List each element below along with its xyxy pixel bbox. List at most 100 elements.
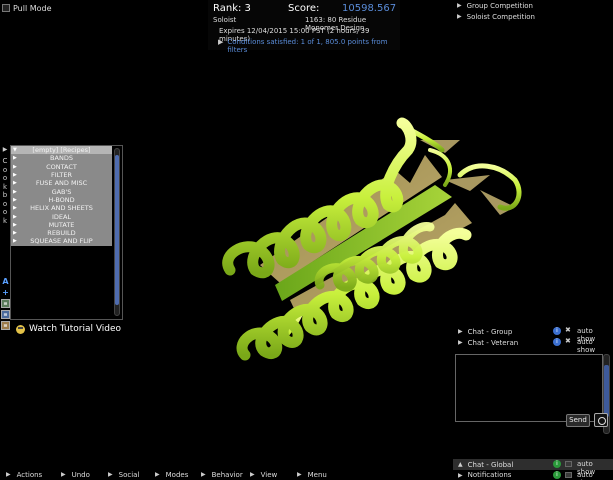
expand-arrow-icon: ▶ <box>13 196 17 203</box>
recipe-folder[interactable]: ▶ SQUEASE AND FLIP <box>11 237 112 245</box>
chat-group-label: Chat - Group <box>467 327 513 336</box>
expand-arrow-icon: ▶ <box>155 471 160 478</box>
expand-arrow-icon: ▶ <box>6 471 11 478</box>
recipe-folder[interactable]: ▶ BANDS <box>11 154 112 162</box>
recipe-folder[interactable]: ▶ HELIX AND SHEETS <box>11 204 112 212</box>
font-icon[interactable]: A <box>1 277 10 286</box>
conditions-toggle[interactable]: ▶ Conditions satisfied: 1 of 1, 805.0 po… <box>218 38 400 54</box>
cookbook-tab-letter: o <box>2 165 8 174</box>
expand-arrow-icon: ▶ <box>458 339 463 346</box>
menu-view-label: View <box>260 470 278 479</box>
expand-arrow-icon: ▶ <box>13 221 17 228</box>
info-icon[interactable]: i <box>553 338 561 346</box>
chat-global-toggle[interactable]: ▲ Chat - Global i auto show <box>453 459 613 476</box>
chat-veteran-toggle[interactable]: ▶ Chat - Veteran i ✖ auto show <box>453 337 613 354</box>
tutorial-video-icon <box>16 324 25 334</box>
recipe-folder-label: SQUEASE AND FLIP <box>30 237 93 246</box>
expand-arrow-icon: ▶ <box>13 205 17 212</box>
pull-mode-checkbox[interactable] <box>2 4 10 12</box>
cookbook-tools: A + ≡ ≡ ≡ <box>1 277 10 330</box>
chat-panel: ▶ Chat - Group i ✖ auto show ▶ Chat - Ve… <box>453 326 613 354</box>
recipe-folder-label: IDEAL <box>51 212 72 221</box>
cookbook-panel: ▼ [empty] [Recipes] ▶ BANDS ▶ CONTACT ▶ FIL… <box>10 145 123 320</box>
cookbook-tab-letter: k <box>2 216 8 225</box>
cookbook-tab-letter: b <box>2 191 8 199</box>
expand-arrow-icon: ▶ <box>13 180 17 187</box>
recipe-editor-icon[interactable]: ≡ <box>1 299 10 308</box>
auto-show-label: auto show <box>577 338 596 354</box>
soloist-competition-toggle[interactable]: ▶ Soloist Competition <box>455 11 613 22</box>
cookbook-scrollbar[interactable] <box>114 148 120 316</box>
recipe-folder[interactable]: ▶ CONTACT <box>11 163 112 171</box>
recipe-folder[interactable]: ▶ REBUILD <box>11 229 112 237</box>
menu-menu[interactable]: ▶ Menu <box>291 469 341 480</box>
competitions-panel: ▶ Group Competition ▶ Soloist Competitio… <box>455 0 613 22</box>
send-button[interactable]: Send <box>566 414 590 427</box>
auto-show-toggle-icon[interactable] <box>565 461 572 467</box>
notifications-label: Notifications <box>467 471 512 479</box>
recipe-folder-label: HELIX AND SHEETS <box>30 204 93 213</box>
cookbook-tab-letter: C <box>2 157 8 165</box>
clock-icon[interactable] <box>594 413 608 427</box>
mode-text: Soloist <box>213 16 237 24</box>
menu-modes-label: Modes <box>165 470 189 479</box>
expand-arrow-icon: ▶ <box>108 471 113 478</box>
group-competition-toggle[interactable]: ▶ Group Competition <box>455 0 613 11</box>
collapse-arrow-icon: ▲ <box>458 461 463 468</box>
menu-undo[interactable]: ▶ Undo <box>55 469 102 480</box>
watch-tutorial-link[interactable]: Watch Tutorial Video <box>16 322 121 336</box>
chat-group-toggle[interactable]: ▶ Chat - Group i ✖ auto show <box>453 326 613 343</box>
recipe-folder-header[interactable]: ▼ [empty] [Recipes] <box>11 146 112 155</box>
recipe-folder-label: MUTATE <box>48 220 75 229</box>
chat-message-area[interactable] <box>455 354 603 422</box>
auto-show-toggle-icon[interactable]: ✖ <box>565 337 571 345</box>
menu-actions[interactable]: ▶ Actions <box>0 469 55 480</box>
notifications-toggle[interactable]: ▶ Notifications i auto show <box>453 470 613 480</box>
expand-arrow-icon: ▶ <box>13 163 17 170</box>
collapse-arrow-icon[interactable]: ▶ <box>3 146 8 153</box>
expand-arrow-icon: ▶ <box>13 188 17 195</box>
recipe-folder[interactable]: ▶ H-BOND <box>11 196 112 204</box>
menu-social[interactable]: ▶ Social <box>102 469 149 480</box>
recipe-header-label: [empty] [Recipes] <box>32 146 91 155</box>
watch-tutorial-label: Watch Tutorial Video <box>29 324 122 334</box>
expand-arrow-icon: ▶ <box>201 471 206 478</box>
expand-arrow-icon: ▶ <box>13 230 17 237</box>
recipe-folder[interactable]: ▶ GAB'S <box>11 187 112 196</box>
menu-view[interactable]: ▶ View <box>244 469 291 480</box>
menu-behavior[interactable]: ▶ Behavior <box>195 469 244 480</box>
expand-arrow-icon: ▶ <box>297 471 302 478</box>
chat-scroll-thumb[interactable] <box>604 365 609 417</box>
add-icon[interactable]: + <box>1 288 10 297</box>
pull-mode-toggle[interactable]: Pull Mode <box>2 2 52 14</box>
expand-arrow-icon: ▶ <box>458 471 463 479</box>
auto-show-toggle-icon[interactable] <box>565 472 572 478</box>
notes-icon[interactable]: ≡ <box>1 321 10 330</box>
recipe-folder[interactable]: ▶ MUTATE <box>11 221 112 229</box>
info-icon[interactable]: i <box>553 460 561 468</box>
recipe-folder[interactable]: ▶ FILTER <box>11 171 112 179</box>
menu-behavior-label: Behavior <box>211 470 243 479</box>
info-icon[interactable]: i <box>553 327 561 335</box>
recipe-folder-label: GAB'S <box>51 187 72 196</box>
menu-actions-label: Actions <box>16 470 43 479</box>
menu-modes[interactable]: ▶ Modes <box>149 469 195 480</box>
recipe-folder-label: BANDS <box>50 154 73 163</box>
cookbook-scroll-thumb[interactable] <box>115 155 119 305</box>
info-icon[interactable]: i <box>553 471 561 479</box>
collapse-arrow-icon: ▼ <box>13 147 17 154</box>
expand-arrow-icon: ▶ <box>13 172 17 179</box>
bottom-menu-bar: ▶ Actions ▶ Undo ▶ Social ▶ Modes ▶ Beha… <box>0 469 453 480</box>
expand-arrow-icon: ▶ <box>13 238 17 245</box>
auto-show-toggle-icon[interactable]: ✖ <box>565 326 571 334</box>
script-icon[interactable]: ≡ <box>1 310 10 319</box>
recipe-folder[interactable]: ▶ IDEAL <box>11 212 112 221</box>
recipe-folder-label: H-BOND <box>48 195 75 204</box>
soloist-competition-label: Soloist Competition <box>466 12 535 21</box>
recipe-folder[interactable]: ▶ FUSE AND MISC <box>11 179 112 187</box>
recipe-list: ▼ [empty] [Recipes] ▶ BANDS ▶ CONTACT ▶ FIL… <box>11 146 112 246</box>
expand-arrow-icon: ▶ <box>13 155 17 162</box>
expand-arrow-icon: ▶ <box>457 13 462 20</box>
expand-arrow-icon: ▶ <box>61 471 66 478</box>
expand-arrow-icon: ▶ <box>13 213 17 220</box>
